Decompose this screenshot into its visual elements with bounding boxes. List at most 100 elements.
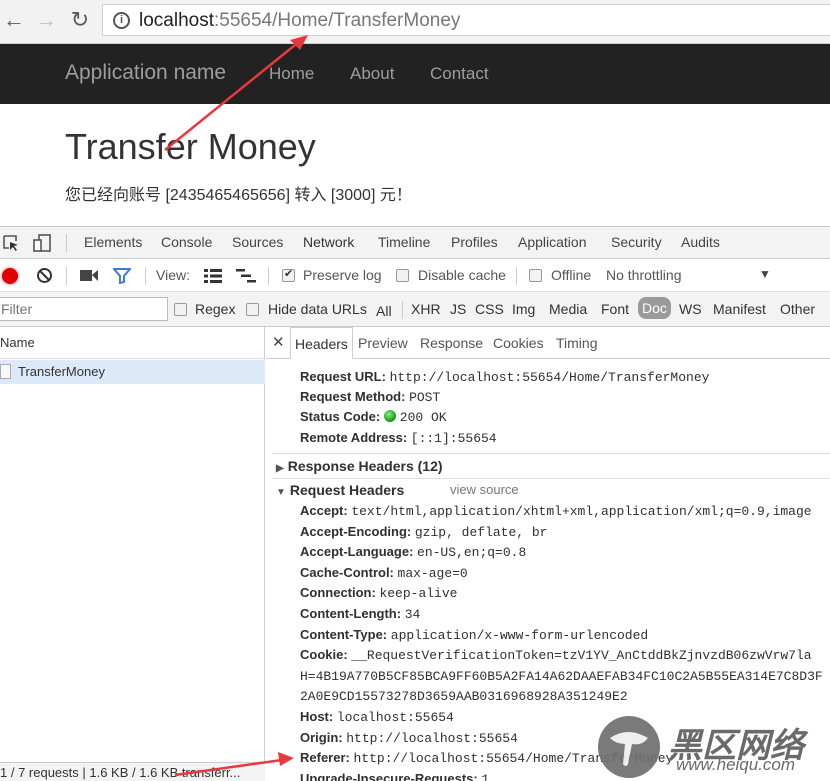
waterfall-overview-icon[interactable] xyxy=(236,269,256,283)
forward-button[interactable]: → xyxy=(34,8,58,32)
request-name: TransferMoney xyxy=(18,364,105,379)
document-icon xyxy=(0,364,11,379)
request-header-row: Upgrade-Insecure-Requests: 1 xyxy=(300,771,489,781)
filter-img[interactable]: Img xyxy=(512,301,535,317)
filter-bar: Regex Hide data URLs All XHR JS CSS Img … xyxy=(0,292,830,327)
filter-other[interactable]: Other xyxy=(780,301,815,317)
disable-cache-checkbox[interactable] xyxy=(396,269,409,282)
network-summary: 1 / 7 requests | 1.6 KB / 1.6 KB transfe… xyxy=(0,762,265,781)
brand-link[interactable]: Application name xyxy=(65,61,226,85)
device-toolbar-icon[interactable] xyxy=(32,233,52,253)
filter-js[interactable]: JS xyxy=(450,301,466,317)
info-icon[interactable]: i xyxy=(113,12,130,29)
filter-xhr[interactable]: XHR xyxy=(411,301,441,317)
chevron-down-icon[interactable]: ▼ xyxy=(759,267,771,281)
divider xyxy=(145,267,146,285)
devtools-panel: Elements Console Sources Network Timelin… xyxy=(0,226,830,781)
request-header-row: Cache-Control: max-age=0 xyxy=(300,565,468,581)
filter-font[interactable]: Font xyxy=(601,301,629,317)
tab-application[interactable]: Application xyxy=(518,234,587,250)
header-value: 34 xyxy=(404,607,421,622)
clear-icon[interactable] xyxy=(36,267,53,284)
request-header-row: Accept-Encoding: gzip, deflate, br xyxy=(300,524,547,540)
filter-doc[interactable]: Doc xyxy=(638,297,671,319)
divider xyxy=(66,234,67,252)
filter-manifest[interactable]: Manifest xyxy=(713,301,766,317)
header-key: Accept-Encoding: xyxy=(300,523,412,539)
filter-media[interactable]: Media xyxy=(549,301,587,317)
filter-icon[interactable] xyxy=(113,268,131,284)
request-headers-toggle[interactable]: ▼ Request Headers view source xyxy=(276,482,576,498)
filter-all[interactable]: All xyxy=(376,303,392,319)
regex-checkbox[interactable] xyxy=(174,303,187,316)
request-header-row: Host: localhost:55654 xyxy=(300,709,454,725)
header-key: Cache-Control: xyxy=(300,564,394,580)
header-key: Remote Address: xyxy=(300,430,408,445)
inspect-element-icon[interactable] xyxy=(2,234,20,252)
nav-home[interactable]: Home xyxy=(269,64,314,84)
header-key: Cookie: xyxy=(300,647,348,663)
name-column-header[interactable]: Name xyxy=(0,327,265,359)
capture-screenshots-icon[interactable] xyxy=(80,269,98,282)
hide-data-urls-checkbox[interactable] xyxy=(246,303,259,316)
throttling-select[interactable]: No throttling xyxy=(606,267,681,283)
details-tab-bar: ✕ Headers Preview Response Cookies Timin… xyxy=(266,327,830,359)
preserve-log-checkbox[interactable] xyxy=(282,267,295,282)
general-request-method: Request Method: POST xyxy=(300,389,440,405)
divider xyxy=(272,478,830,479)
filter-ws[interactable]: WS xyxy=(679,301,702,317)
tab-timeline[interactable]: Timeline xyxy=(378,234,430,250)
tab-console[interactable]: Console xyxy=(161,234,212,250)
offline-label: Offline xyxy=(551,267,592,283)
tab-headers[interactable]: Headers xyxy=(290,327,353,359)
header-value: en-US,en;q=0.8 xyxy=(417,545,527,561)
header-key: Upgrade-Insecure-Requests: xyxy=(300,770,478,781)
close-icon[interactable]: ✕ xyxy=(272,333,285,351)
arrow-right-icon: → xyxy=(35,7,57,32)
divider xyxy=(516,267,517,285)
url-path: :55654/Home/TransferMoney xyxy=(214,10,461,31)
view-source-link[interactable]: view source xyxy=(450,482,519,497)
watermark-logo-icon xyxy=(598,716,660,778)
tab-cookies[interactable]: Cookies xyxy=(489,327,548,359)
header-key: Origin: xyxy=(300,729,343,745)
offline-checkbox[interactable] xyxy=(529,269,542,282)
filter-input[interactable] xyxy=(0,297,168,321)
address-bar[interactable]: i localhost:55654/Home/TransferMoney xyxy=(102,4,830,36)
header-value: max-age=0 xyxy=(397,565,468,581)
request-row[interactable]: TransferMoney xyxy=(0,360,265,384)
nav-contact[interactable]: Contact xyxy=(430,64,489,84)
tab-security[interactable]: Security xyxy=(611,234,662,250)
url-text: localhost:55654/Home/TransferMoney xyxy=(139,9,460,33)
network-toolbar: View: Preserve log Disable cache Offline… xyxy=(0,259,830,292)
divider xyxy=(268,267,269,285)
devtools-tab-bar: Elements Console Sources Network Timelin… xyxy=(0,227,830,261)
tab-sources[interactable]: Sources xyxy=(232,234,283,250)
header-value: http://localhost:55654/Home/TransferMone… xyxy=(389,370,710,385)
nav-about[interactable]: About xyxy=(350,64,394,84)
transfer-message: 您已经向账号 [2435465465656] 转入 [3000] 元！ xyxy=(65,187,412,204)
reload-button[interactable]: ↻ xyxy=(68,8,92,32)
header-value: application/x-www-form-urlencoded xyxy=(390,627,649,643)
tab-response[interactable]: Response xyxy=(416,327,487,359)
header-value: text/html,application/xhtml+xml,applicat… xyxy=(351,504,812,519)
site-navbar: Application name Home About Contact xyxy=(0,44,830,104)
reload-icon: ↻ xyxy=(70,7,90,32)
header-key: Referer: xyxy=(300,750,350,766)
header-value: http://localhost:55654 xyxy=(346,730,518,746)
tab-elements[interactable]: Elements xyxy=(84,234,142,250)
response-headers-toggle[interactable]: ▶ Response Headers (12) xyxy=(276,458,443,474)
tab-timing[interactable]: Timing xyxy=(552,327,602,359)
record-icon[interactable] xyxy=(2,268,18,284)
tab-profiles[interactable]: Profiles xyxy=(451,234,498,250)
back-button[interactable]: ← xyxy=(2,8,26,32)
filter-css[interactable]: CSS xyxy=(475,301,504,317)
request-header-row: Accept: text/html,application/xhtml+xml,… xyxy=(300,503,812,519)
tab-network[interactable]: Network xyxy=(296,234,361,261)
header-value: 2A0E9CD15573278D3659AAB0316968928A351249… xyxy=(300,689,628,705)
tab-preview[interactable]: Preview xyxy=(354,327,412,359)
large-rows-icon[interactable] xyxy=(204,269,222,283)
tab-audits[interactable]: Audits xyxy=(681,234,720,250)
request-header-row: Content-Length: 34 xyxy=(300,606,420,622)
header-key: Status Code: xyxy=(300,409,381,424)
